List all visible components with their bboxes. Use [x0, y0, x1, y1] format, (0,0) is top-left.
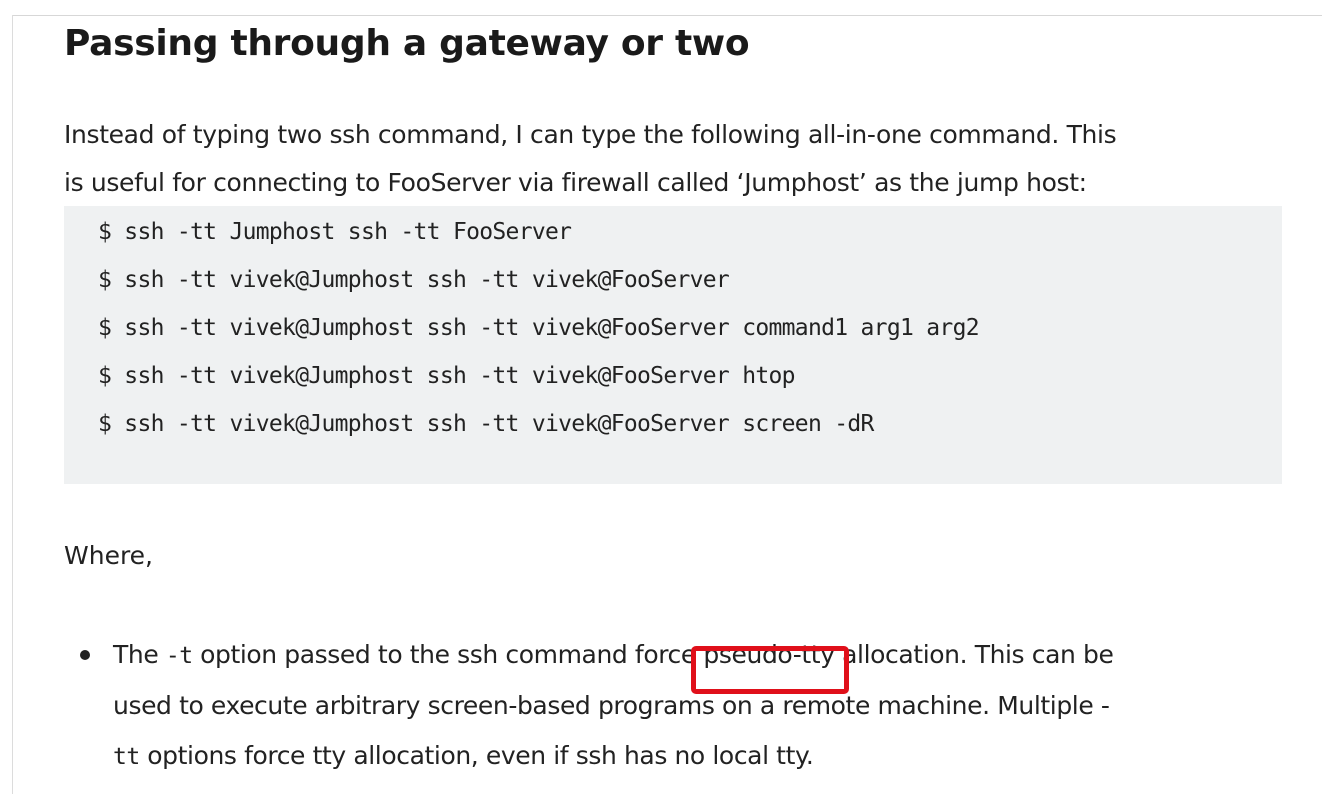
inline-code-tt: tt [113, 744, 140, 770]
code-line: $ ssh -tt vivek@Jumphost ssh -tt vivek@F… [98, 411, 874, 437]
code-block[interactable]: $ ssh -tt Jumphost ssh -tt FooServer $ s… [64, 206, 1282, 484]
bullet-text: The [113, 640, 166, 669]
options-list: The -t option passed to the ssh command … [64, 630, 1282, 782]
code-line: $ ssh -tt vivek@Jumphost ssh -tt vivek@F… [98, 267, 730, 293]
code-line: $ ssh -tt vivek@Jumphost ssh -tt vivek@F… [98, 363, 796, 389]
code-line: $ ssh -tt vivek@Jumphost ssh -tt vivek@F… [98, 315, 980, 341]
where-label: Where, [64, 541, 154, 570]
bullet-text: option passed to the ssh command force [192, 640, 704, 669]
section-heading: Passing through a gateway or two [64, 23, 750, 64]
list-item: The -t option passed to the ssh command … [64, 630, 1282, 782]
intro-line: Instead of typing two ssh command, I can… [64, 120, 1117, 149]
inline-code-t: -t [165, 643, 193, 669]
bullet-text: allocation. This can be [834, 640, 1114, 669]
bullet-line: The -t option passed to the ssh command … [113, 630, 1282, 694]
bullet-line: used to execute arbitrary screen-based p… [113, 691, 1110, 720]
intro-line: is useful for connecting to FooServer vi… [64, 168, 1087, 197]
left-border [12, 15, 13, 794]
highlight-text: pseudo-tty [703, 640, 835, 669]
top-divider [12, 15, 1322, 16]
highlighted-term: pseudo-tty [691, 640, 849, 694]
intro-paragraph: Instead of typing two ssh command, I can… [64, 111, 1282, 207]
bullet-line: tt options force tty allocation, even if… [113, 731, 1282, 782]
bullet-icon [80, 650, 90, 660]
code-line: $ ssh -tt Jumphost ssh -tt FooServer [98, 219, 572, 245]
bullet-text: options force tty allocation, even if ss… [139, 741, 814, 770]
